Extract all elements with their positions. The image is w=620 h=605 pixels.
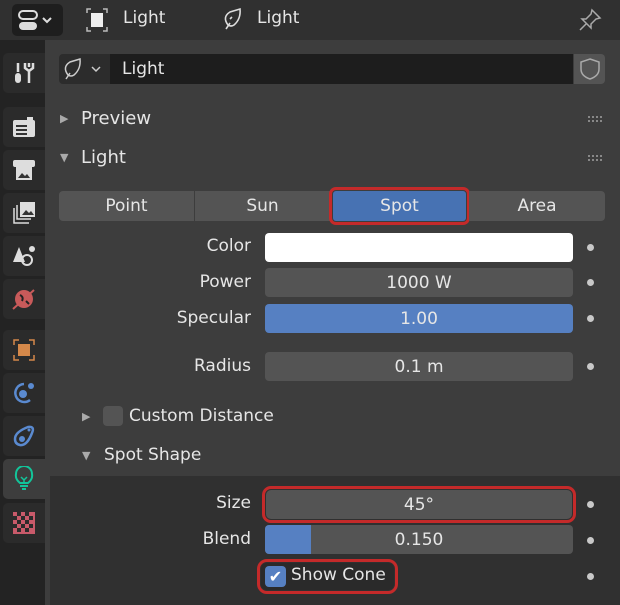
tab-texture[interactable]	[3, 503, 45, 543]
custom-distance-subpanel-header[interactable]: ▶ Custom Distance	[82, 405, 582, 429]
blend-label: Blend	[202, 529, 251, 549]
output-icon	[13, 160, 35, 180]
type-point-button[interactable]: Point	[59, 191, 194, 221]
shield-icon	[579, 58, 600, 80]
type-spot-button[interactable]: Spot	[329, 187, 470, 225]
custom-distance-label: Custom Distance	[129, 406, 274, 426]
tab-object[interactable]	[3, 330, 45, 370]
datablock-browse-button[interactable]	[59, 54, 110, 84]
power-value: 1000 W	[386, 272, 452, 293]
keyframe-dot-icon[interactable]	[587, 501, 594, 508]
radius-value: 0.1 m	[394, 356, 444, 377]
properties-editor-icon	[18, 10, 52, 30]
render-icon	[13, 117, 35, 137]
keyframe-dot-icon[interactable]	[587, 573, 594, 580]
size-label: Size	[216, 493, 251, 513]
tab-scene[interactable]	[3, 236, 45, 276]
panel-title: Preview	[81, 108, 152, 129]
texture-icon	[13, 512, 35, 534]
breadcrumb-light[interactable]: Light	[257, 8, 299, 28]
light-bulb-icon	[14, 466, 34, 490]
color-swatch[interactable]	[265, 233, 573, 262]
breadcrumb-object[interactable]: Light	[123, 8, 165, 28]
panel-light-header[interactable]: ▼ Light	[60, 147, 605, 171]
physics-icon	[14, 382, 34, 404]
show-cone-label: Show Cone	[291, 565, 386, 585]
type-label: Area	[517, 196, 557, 216]
datablock-name: Light	[122, 59, 165, 79]
tab-render[interactable]	[3, 107, 45, 147]
show-cone-toggle[interactable]: ✔ Show Cone	[257, 559, 398, 594]
drag-handle-icon[interactable]	[588, 116, 602, 122]
tab-tool[interactable]	[3, 53, 45, 93]
tab-output[interactable]	[3, 150, 45, 190]
type-area-button[interactable]: Area	[469, 191, 605, 221]
type-label: Point	[105, 196, 148, 216]
type-label: Sun	[246, 196, 279, 216]
specular-label: Specular	[176, 308, 251, 328]
type-label: Spot	[380, 196, 419, 216]
power-label: Power	[199, 272, 251, 292]
spot-shape-subpanel-header[interactable]: ▼ Spot Shape	[82, 444, 582, 468]
power-field[interactable]: 1000 W	[265, 268, 573, 297]
fake-user-button[interactable]	[574, 54, 605, 84]
color-label: Color	[206, 236, 251, 256]
properties-tabs	[0, 40, 45, 605]
collapsed-arrow-icon: ▶	[60, 112, 69, 125]
tab-world[interactable]	[3, 279, 45, 319]
custom-distance-checkbox[interactable]	[103, 406, 123, 426]
specular-value: 1.00	[400, 308, 438, 329]
type-sun-button[interactable]: Sun	[195, 191, 330, 221]
object-icon	[13, 339, 35, 361]
expanded-arrow-icon: ▼	[60, 151, 69, 164]
keyframe-dot-icon[interactable]	[587, 244, 594, 251]
keyframe-dot-icon[interactable]	[587, 279, 594, 286]
tab-constraints[interactable]	[3, 416, 45, 456]
tool-icon	[15, 63, 35, 83]
blend-value: 0.150	[394, 529, 444, 550]
panel-title: Light	[81, 147, 126, 168]
collapsed-arrow-icon: ▶	[82, 410, 91, 423]
keyframe-dot-icon[interactable]	[587, 537, 594, 544]
world-icon	[12, 289, 35, 310]
light-data-icon	[64, 58, 101, 80]
tab-view-layer[interactable]	[3, 193, 45, 233]
checkmark-icon: ✔	[265, 566, 286, 587]
tab-physics[interactable]	[3, 373, 45, 413]
editor-type-button[interactable]	[12, 4, 63, 36]
scene-icon	[13, 246, 35, 266]
drag-handle-icon[interactable]	[588, 155, 602, 161]
expanded-arrow-icon: ▼	[82, 449, 91, 462]
view-layer-icon	[13, 202, 35, 224]
subpanel-title: Spot Shape	[104, 445, 202, 465]
keyframe-dot-icon[interactable]	[587, 363, 594, 370]
panel-preview-header[interactable]: ▶ Preview	[60, 108, 605, 132]
keyframe-dot-icon[interactable]	[587, 315, 594, 322]
spot-size-field[interactable]: 45°	[262, 486, 576, 523]
pin-icon[interactable]	[578, 8, 602, 32]
constraints-icon	[13, 425, 35, 447]
tab-light-data[interactable]	[3, 459, 45, 499]
datablock-name-input[interactable]: Light	[110, 54, 573, 84]
radius-field[interactable]: 0.1 m	[265, 352, 573, 381]
object-data-icon	[86, 8, 108, 32]
radius-label: Radius	[193, 356, 251, 376]
properties-header: Light Light	[0, 0, 620, 40]
blend-slider[interactable]: 0.150	[265, 525, 573, 554]
size-value: 45°	[403, 494, 435, 515]
blend-fill	[265, 525, 312, 554]
specular-slider[interactable]: 1.00	[265, 304, 573, 333]
light-data-icon	[224, 7, 241, 30]
